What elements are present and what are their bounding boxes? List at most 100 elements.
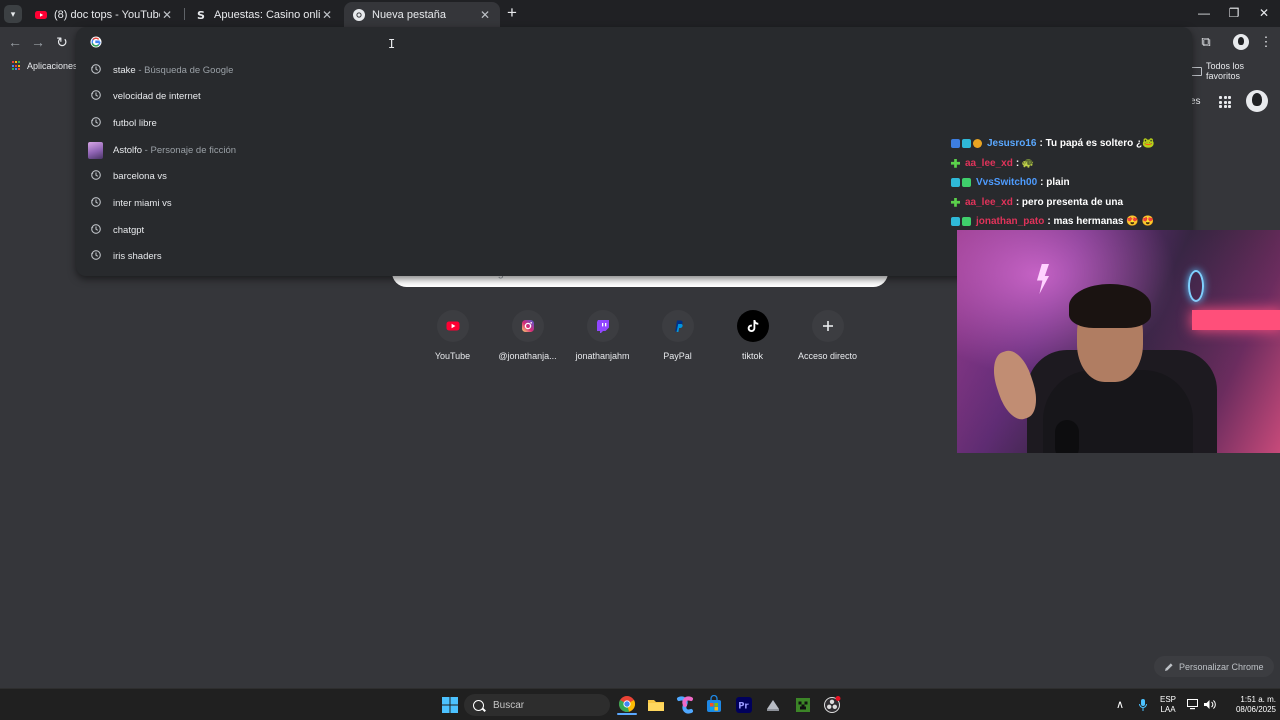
shortcut-label: YouTube bbox=[434, 351, 471, 361]
all-bookmarks-label: Todos los favoritos bbox=[1205, 61, 1244, 81]
tray-overflow-chevron-icon[interactable]: ∧ bbox=[1116, 699, 1124, 711]
chrome-icon bbox=[353, 8, 365, 21]
input-language-indicator[interactable]: ESP LAA bbox=[1156, 695, 1180, 715]
bookmark-apps-label: Aplicaciones bbox=[27, 61, 78, 71]
suggestion-text: futbol libre bbox=[113, 118, 157, 129]
microsoft-store-icon[interactable] bbox=[704, 695, 724, 715]
obs-icon[interactable] bbox=[822, 695, 842, 715]
astolfo-thumbnail bbox=[88, 142, 103, 159]
webcam-overlay bbox=[957, 230, 1280, 453]
premiere-pro-icon[interactable]: Pr bbox=[734, 695, 754, 715]
suggestion-item[interactable]: stake - Búsqueda de Google bbox=[76, 57, 956, 83]
extensions-button[interactable]: ⧉ bbox=[1196, 33, 1216, 51]
shortcut-instagram[interactable]: @jonathanja... bbox=[490, 310, 565, 361]
network-icon[interactable] bbox=[1187, 699, 1200, 710]
google-icon bbox=[90, 36, 102, 48]
chat-username: VvsSwitch00 bbox=[976, 177, 1038, 189]
bookmark-apps[interactable]: Aplicaciones bbox=[12, 61, 78, 71]
close-window-button[interactable]: ✕ bbox=[1254, 4, 1274, 22]
microphone bbox=[1055, 420, 1079, 453]
file-explorer-icon[interactable] bbox=[646, 695, 666, 715]
youtube-icon bbox=[446, 321, 459, 331]
taskbar-search-box[interactable]: Buscar bbox=[464, 694, 610, 716]
suggestion-text: chatgpt bbox=[113, 225, 145, 236]
tab-close-icon[interactable]: ✕ bbox=[160, 8, 174, 22]
tab-youtube[interactable]: (8) doc tops - YouTube ✕ bbox=[26, 2, 182, 27]
pencil-icon bbox=[1165, 662, 1173, 671]
history-icon bbox=[91, 64, 101, 74]
suggestion-item[interactable]: barcelona vs bbox=[76, 163, 956, 189]
volume-icon[interactable] bbox=[1203, 699, 1216, 710]
suggestion-item[interactable]: chatgpt bbox=[76, 217, 956, 243]
tab-apuestas[interactable]: S Apuestas: Casino online y apuestas ✕ bbox=[186, 2, 342, 27]
all-bookmarks-button[interactable]: Todos los favoritos bbox=[1191, 61, 1280, 81]
maximize-button[interactable]: ❐ bbox=[1224, 4, 1244, 22]
shortcut-add[interactable]: Acceso directo bbox=[790, 310, 865, 361]
reload-button[interactable]: ↻ bbox=[53, 33, 71, 51]
ntp-account-avatar[interactable] bbox=[1246, 90, 1268, 112]
shortcut-twitch[interactable]: jonathanjahm bbox=[565, 310, 640, 361]
tab-close-icon[interactable]: ✕ bbox=[478, 8, 492, 22]
shortcut-youtube[interactable]: YouTube bbox=[415, 310, 490, 361]
microphone-icon[interactable] bbox=[1138, 698, 1148, 712]
chat-username: aa_lee_xd bbox=[965, 157, 1013, 169]
windows-start-icon[interactable] bbox=[440, 695, 460, 715]
suggestion-item[interactable]: inter miami vs bbox=[76, 190, 956, 216]
svg-text:Pr: Pr bbox=[738, 702, 749, 712]
history-icon bbox=[91, 117, 101, 127]
shortcut-paypal[interactable]: PayPal bbox=[640, 310, 715, 361]
minecraft-icon[interactable] bbox=[793, 695, 813, 715]
chat-username: Jesusro16 bbox=[987, 138, 1037, 150]
shortcut-label: PayPal bbox=[663, 351, 692, 361]
twitch-icon bbox=[596, 320, 609, 333]
chat-message: VvsSwitch00 : plain bbox=[951, 173, 1271, 193]
tab-divider bbox=[184, 8, 185, 20]
plus-icon bbox=[822, 321, 833, 331]
chat-message: Jesusro16 : Tu papá es soltero ¿🐸 bbox=[951, 134, 1271, 154]
tab-search-button[interactable]: ▾ bbox=[4, 5, 22, 23]
badge-icon bbox=[951, 217, 960, 227]
history-icon bbox=[91, 224, 101, 234]
suggestion-item[interactable]: futbol libre bbox=[76, 110, 956, 136]
tab-title: Nueva pestaña bbox=[372, 8, 446, 21]
suggestion-item[interactable]: iris shaders bbox=[76, 243, 956, 269]
windows-taskbar: Buscar Pr ∧ ESP LAA 1:51 a. m. 08/06/202… bbox=[0, 688, 1280, 720]
taskbar-clock[interactable]: 1:51 a. m. 08/06/2025 bbox=[1222, 695, 1276, 715]
omnibox-input[interactable] bbox=[114, 31, 1118, 55]
badge-icon bbox=[962, 139, 971, 149]
suggestion-text: stake - Búsqueda de Google bbox=[113, 65, 234, 76]
suggestion-item[interactable]: Astolfo - Personaje de ficción bbox=[76, 137, 956, 163]
suggestion-item[interactable]: velocidad de internet bbox=[76, 83, 956, 109]
youtube-icon bbox=[35, 10, 47, 19]
badge-icon bbox=[973, 139, 982, 149]
badge-icon bbox=[951, 158, 960, 168]
shortcut-tiktok[interactable]: tiktok bbox=[715, 310, 790, 361]
tab-nueva-pestana[interactable]: Nueva pestaña ✕ bbox=[344, 2, 500, 27]
shortcut-label: Acceso directo bbox=[797, 351, 858, 361]
badge-icon bbox=[951, 197, 960, 207]
badge-icon bbox=[962, 178, 971, 188]
app-icon[interactable] bbox=[763, 695, 783, 715]
new-tab-button[interactable]: + bbox=[503, 4, 521, 22]
chrome-taskbar-icon[interactable] bbox=[617, 695, 637, 715]
chrome-menu-button[interactable]: ⋮ bbox=[1256, 33, 1276, 51]
history-icon bbox=[91, 250, 101, 260]
google-apps-icon[interactable] bbox=[1219, 96, 1231, 108]
shortcut-tile bbox=[511, 310, 544, 342]
chat-text: : Tu papá es soltero ¿🐸 bbox=[1039, 138, 1155, 150]
badge-icon bbox=[951, 178, 960, 188]
customize-chrome-label: Personalizar Chrome bbox=[1179, 661, 1264, 672]
omnibox[interactable]: I bbox=[76, 27, 1192, 57]
chat-text: : plain bbox=[1040, 177, 1070, 189]
tab-close-icon[interactable]: ✕ bbox=[320, 8, 334, 22]
suggestion-text: velocidad de internet bbox=[113, 91, 201, 102]
forward-button[interactable]: → bbox=[29, 33, 47, 51]
copilot-icon[interactable] bbox=[675, 695, 695, 715]
shortcut-tile bbox=[436, 310, 469, 342]
minimize-button[interactable]: — bbox=[1194, 4, 1214, 22]
back-button[interactable]: ← bbox=[6, 33, 24, 51]
history-icon bbox=[91, 90, 101, 100]
chat-username: jonathan_pato bbox=[976, 216, 1045, 228]
customize-chrome-button[interactable]: Personalizar Chrome bbox=[1154, 656, 1274, 677]
profile-avatar-button[interactable] bbox=[1233, 34, 1249, 50]
